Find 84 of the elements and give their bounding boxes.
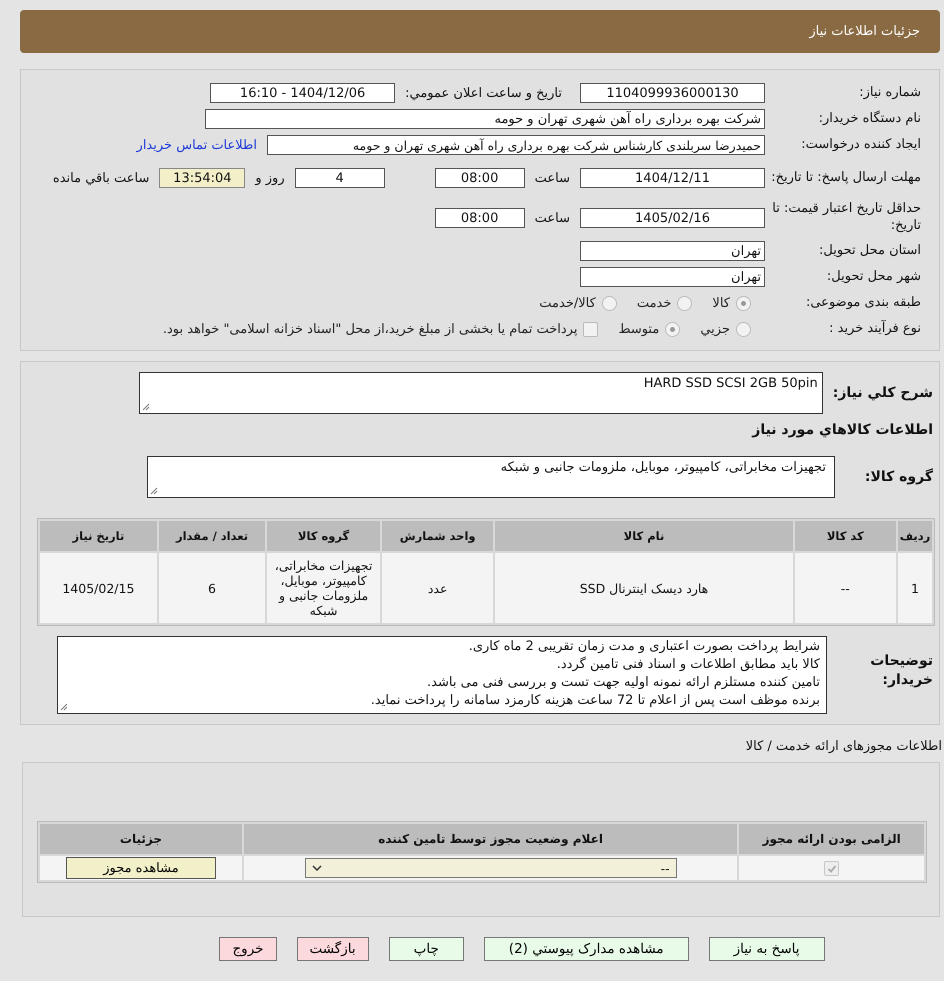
field-label: مهلت ارسال پاسخ: تا تاریخ:	[771, 170, 921, 186]
text-area[interactable]	[57, 636, 827, 714]
table-cell: عدد	[382, 553, 494, 623]
field-label: ایجاد کننده درخواست:	[800, 136, 921, 154]
note-line: تامین کننده مستلزم ارائه نمونه اولیه جهت تست و بررسی فنی می باشد.	[426, 674, 820, 692]
field-label: استان محل تحویل:	[818, 242, 921, 260]
checkbox[interactable]	[824, 861, 840, 876]
view-license-button[interactable]: مشاهده مجوز	[66, 857, 216, 879]
field-label: نام دستگاه خریدار:	[818, 110, 921, 128]
text-field[interactable]: حمیدرضا سربلندی کارشناس شرکت بهره برداری راه آهن شهری تهران و حومه	[267, 135, 765, 155]
table-cell: 6	[158, 553, 266, 623]
section-title: اطلاعات مجوزهای ارائه خدمت / کالا	[744, 739, 942, 754]
table-cell: 1	[898, 553, 932, 623]
field-label: حداقل تاریخ اعتبار قیمت: تا تاریخ:	[771, 201, 921, 235]
radio-label: متوسط	[618, 322, 660, 336]
time-field[interactable]: 08:00	[434, 168, 525, 188]
field-label: روز و	[255, 170, 285, 186]
column-header: تاریخ نیاز	[40, 521, 157, 551]
action-button[interactable]: بازگشت	[296, 937, 369, 961]
dropdown[interactable]: --	[304, 858, 677, 878]
time-field[interactable]: 08:00	[434, 208, 525, 228]
field-label: شماره نیاز:	[858, 84, 921, 102]
action-button[interactable]: مشاهده مدارک پیوستي (2)	[484, 937, 689, 961]
field-label: طبقه بندی موضوعی:	[804, 294, 921, 312]
text-area[interactable]: تجهیزات مخابراتی، کامپیوتر، موبایل، ملزومات جانبی و شبکه	[147, 456, 835, 498]
note-line: کالا باید مطابق اطلاعات و اسناد فنی تامین گردد.	[556, 656, 820, 674]
chevron-down-icon	[312, 865, 322, 871]
resize-grip-icon[interactable]	[142, 403, 150, 411]
checkbox[interactable]	[583, 322, 598, 336]
action-button[interactable]: چاپ	[388, 937, 464, 961]
contact-link[interactable]: اطلاعات تماس خریدار	[136, 138, 257, 152]
resize-grip-icon[interactable]	[60, 703, 68, 711]
note-line: برنده موظف است پس از اعلام تا 72 ساعت هزینه کارمزد سامانه را پرداخت نماید.	[370, 692, 820, 710]
radio-label: جزيي	[700, 322, 730, 336]
field-label: تاریخ و ساعت اعلان عمومي:	[405, 86, 562, 100]
text-field[interactable]: تهران	[580, 267, 765, 287]
text-area[interactable]: HARD SSD SCSI 2GB 50pin	[138, 372, 823, 414]
column-header: ردیف	[898, 521, 932, 551]
column-header: گروه کالا	[267, 521, 380, 551]
radio-button[interactable]	[677, 296, 692, 310]
text-field[interactable]: 1404/12/06 - 16:10	[210, 83, 396, 103]
action-button[interactable]: خروج	[219, 937, 276, 961]
table-cell: --	[794, 553, 896, 623]
radio-label: کالا	[712, 296, 730, 310]
field-label: ساعت باقي مانده	[52, 170, 150, 186]
note-line: شرایط پرداخت بصورت اعتباری و مدت زمان تقریبی 2 ماه کاری.	[468, 638, 820, 656]
date-field[interactable]: 1405/02/16	[580, 208, 765, 228]
text-field[interactable]: 1104099936000130	[580, 83, 765, 103]
countdown-field: 13:54:04	[159, 168, 246, 188]
field-label: نوع فرآیند خرید :	[828, 320, 921, 338]
field-label: شهر محل تحویل:	[826, 268, 921, 286]
column-header: تعداد / مقدار	[158, 521, 266, 551]
radio-label: کالا/خدمت	[539, 296, 596, 310]
table-cell: هارد دیسک اینترنال SSD	[495, 553, 793, 623]
field-label: توضیحات خریدار:	[869, 652, 933, 690]
column-header: واحد شمارش	[382, 521, 494, 551]
column-header: نام کالا	[495, 521, 793, 551]
column-header: کد کالا	[794, 521, 896, 551]
text-area-value: تجهیزات مخابراتی، کامپیوتر، موبایل، ملزومات جانبی و شبکه	[500, 460, 826, 475]
column-header: اعلام وضعیت مجوز توسط تامین کننده	[244, 824, 738, 854]
checkmark-icon	[826, 864, 837, 874]
text-field[interactable]: شرکت بهره برداری راه آهن شهری تهران و حومه	[205, 109, 765, 129]
table-cell: تجهیزات مخابراتی، کامپیوتر، موبایل، ملزومات جانبی و شبکه	[267, 553, 380, 623]
column-header: الزامی بودن ارائه مجوز	[739, 824, 924, 854]
date-field[interactable]: 1404/12/11	[580, 168, 765, 188]
page-title: جزئیات اطلاعات نیاز	[809, 24, 920, 39]
field-label: ساعت	[534, 170, 570, 186]
radio-button[interactable]	[736, 322, 751, 336]
days-field[interactable]: 4	[294, 168, 385, 188]
radio-button[interactable]	[665, 322, 680, 336]
radio-button[interactable]	[602, 296, 617, 310]
table-cell: 1405/02/15	[40, 553, 157, 623]
section-title: اطلاعات کالاهاي مورد نياز	[750, 422, 933, 438]
text-field[interactable]: تهران	[580, 241, 765, 261]
text-area-value: HARD SSD SCSI 2GB 50pin	[644, 376, 818, 391]
field-label: ساعت	[534, 210, 570, 226]
resize-grip-icon[interactable]	[150, 487, 158, 495]
column-header: جزئیات	[40, 824, 242, 854]
radio-button[interactable]	[736, 296, 751, 310]
field-label: گروه کالا:	[864, 469, 933, 485]
checkbox-label: پرداخت تمام یا بخشی از مبلغ خرید،از محل "اسناد خزانه اسلامی" خواهد بود.	[162, 322, 578, 336]
action-button[interactable]: پاسخ به نیاز	[708, 937, 825, 961]
field-label: شرح كلي نياز:	[832, 385, 933, 401]
radio-label: خدمت	[636, 296, 672, 310]
